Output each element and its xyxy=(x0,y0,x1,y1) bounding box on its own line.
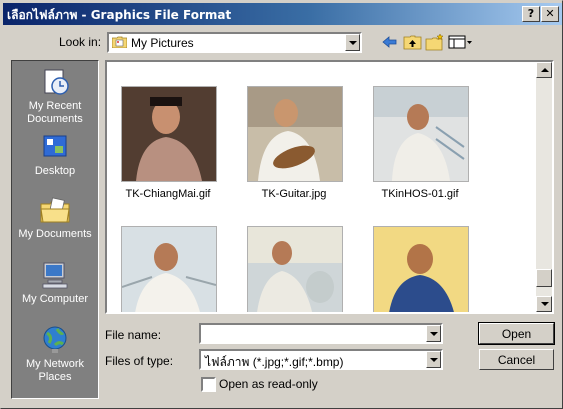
look-in-value: My Pictures xyxy=(131,36,194,50)
title-bar[interactable]: เลือกไฟล์ภาพ - Graphics File Format ? ✕ xyxy=(3,3,562,25)
place-label: My Network Places xyxy=(25,358,85,383)
scrollbar-thumb[interactable] xyxy=(536,269,552,287)
photo-thumbnail-image xyxy=(122,227,216,312)
open-file-dialog: เลือกไฟล์ภาพ - Graphics File Format ? ✕ … xyxy=(0,0,563,409)
up-folder-icon[interactable] xyxy=(403,33,423,51)
file-thumbnail[interactable] xyxy=(373,86,469,182)
window-title: เลือกไฟล์ภาพ - Graphics File Format xyxy=(7,8,232,22)
my-pictures-folder-icon xyxy=(112,36,127,48)
back-arrow-icon[interactable] xyxy=(380,33,400,51)
file-thumbnail[interactable] xyxy=(373,226,469,312)
files-of-type-label: Files of type: xyxy=(105,354,174,368)
chevron-down-icon[interactable] xyxy=(345,34,360,51)
place-label: Desktop xyxy=(34,165,76,177)
file-name-label: File name: xyxy=(105,328,162,342)
place-my-recent-documents[interactable]: My Recent Documents xyxy=(12,67,98,126)
network-places-icon xyxy=(43,326,67,353)
files-of-type-value: ไฟล์ภาพ (*.jpg;*.gif;*.bmp) xyxy=(205,355,344,369)
vertical-scrollbar[interactable] xyxy=(536,62,552,312)
file-thumbnail[interactable] xyxy=(247,86,343,182)
views-menu-icon[interactable] xyxy=(448,33,474,51)
read-only-label: Open as read-only xyxy=(219,377,318,391)
place-my-documents[interactable]: My Documents xyxy=(12,195,98,241)
file-name-input[interactable] xyxy=(199,323,443,344)
file-name-label: TKinHOS-01.gif xyxy=(381,188,459,200)
scroll-down-button[interactable] xyxy=(536,296,552,312)
place-my-network-places[interactable]: My Network Places xyxy=(12,325,98,384)
recent-documents-icon xyxy=(44,69,69,95)
cancel-button[interactable]: Cancel xyxy=(479,349,554,370)
file-list-view[interactable]: TK-ChiangMai.gif TK-Guitar.jpg TKinHOS-0… xyxy=(105,60,554,314)
chevron-down-icon[interactable] xyxy=(426,325,441,342)
chevron-down-icon[interactable] xyxy=(426,351,441,368)
file-thumbnail[interactable] xyxy=(247,226,343,312)
place-desktop[interactable]: Desktop xyxy=(12,132,98,178)
scroll-up-button[interactable] xyxy=(536,62,552,78)
photo-thumbnail-image xyxy=(248,87,342,181)
place-label: My Recent Documents xyxy=(27,100,83,125)
file-name-label: TK-ChiangMai.gif xyxy=(125,188,211,200)
file-thumbnail[interactable] xyxy=(121,226,217,312)
read-only-checkbox[interactable] xyxy=(201,377,216,392)
photo-thumbnail-image xyxy=(374,227,468,312)
look-in-dropdown[interactable]: My Pictures xyxy=(107,32,362,53)
photo-thumbnail-image xyxy=(374,87,468,181)
place-label: My Computer xyxy=(21,293,89,305)
photo-thumbnail-image xyxy=(248,227,342,312)
file-thumbnail[interactable] xyxy=(121,86,217,182)
my-computer-icon xyxy=(42,262,68,289)
desktop-icon xyxy=(43,135,67,157)
place-label: My Documents xyxy=(18,228,92,240)
photo-thumbnail-image xyxy=(122,87,216,181)
new-folder-icon[interactable] xyxy=(425,33,445,51)
places-bar: My Recent Documents Desktop My Documents xyxy=(11,60,99,399)
close-button[interactable]: ✕ xyxy=(541,6,559,22)
my-documents-icon xyxy=(40,197,70,223)
place-my-computer[interactable]: My Computer xyxy=(12,260,98,306)
look-in-label: Look in: xyxy=(59,35,102,49)
file-name-label: TK-Guitar.jpg xyxy=(261,188,327,200)
help-button[interactable]: ? xyxy=(522,6,540,22)
files-of-type-dropdown[interactable]: ไฟล์ภาพ (*.jpg;*.gif;*.bmp) xyxy=(199,349,443,370)
open-button[interactable]: Open xyxy=(478,322,555,345)
